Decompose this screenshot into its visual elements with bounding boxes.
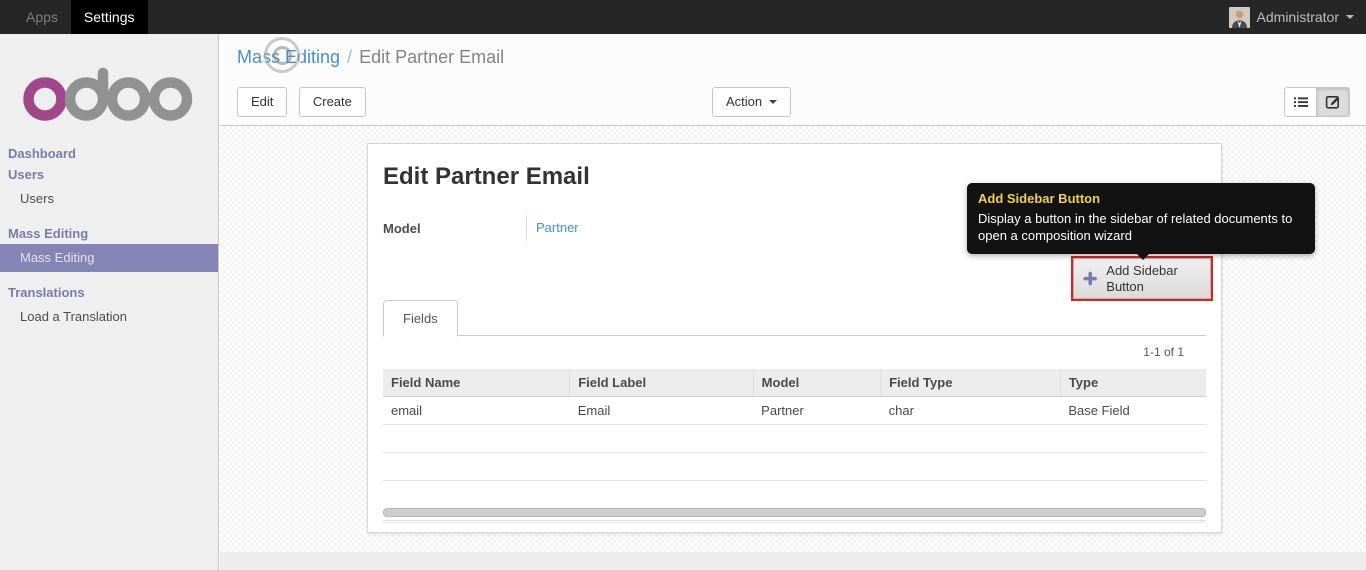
sidebar-heading-translations: Translations [8,285,85,300]
model-field-label: Model [383,220,421,236]
sidebar-item-mass-editing[interactable]: Mass Editing [0,244,218,272]
fields-table: Field Name Field Label Model Field Type … [383,369,1206,508]
breadcrumb-current: Edit Partner Email [359,47,505,67]
tooltip-title: Add Sidebar Button [978,191,1101,206]
column-header-field-label[interactable]: Field Label [569,369,754,397]
menu-apps[interactable]: Apps [13,0,71,34]
cell-field-label[interactable]: Email [569,396,754,425]
cell-model[interactable]: Partner [753,396,881,425]
column-header-model[interactable]: Model [753,369,882,397]
add-sidebar-button-label: Add Sidebar Button [1106,262,1178,294]
tooltip-body: Display a button in the sidebar of relat… [978,211,1293,243]
sidebar-heading-mass-editing: Mass Editing [8,226,89,241]
control-panel: Mass Editing / Edit Partner Email Edit Cre… [220,34,1366,126]
content-bottom-strip [220,552,1366,570]
tab-fields[interactable]: Fields [383,300,458,337]
cell-field-name[interactable]: email [383,396,570,425]
edit-button[interactable]: Edit [237,87,288,117]
odoo-logo-image [23,67,193,121]
loading-spinner-icon [264,37,300,73]
sidebar-heading-dashboard: Dashboard [8,146,76,161]
table-header-row: Field Name Field Label Model Field Type … [383,369,1206,397]
user-menu[interactable]: Administrator [1228,0,1366,34]
plus-icon [1083,271,1097,286]
menu-settings[interactable]: Settings [70,0,148,34]
sidebar-heading-users: Users [8,167,45,182]
caret-down-icon [1346,15,1354,19]
list-view-button[interactable] [1284,87,1317,117]
cell-type[interactable]: Base Field [1060,396,1206,425]
action-dropdown-button[interactable]: Action [712,87,792,117]
top-navbar: Apps Settings Administrator [0,0,1366,34]
list-pager: 1-1 of 1 [1143,345,1184,359]
sidebar-item-load-translation[interactable]: Load a Translation [0,303,218,331]
odoo-logo [0,34,218,127]
empty-row [383,481,1206,509]
notebook-tabs: Fields [383,299,1206,337]
breadcrumb-separator: / [347,47,353,67]
form-view-button[interactable] [1317,87,1350,117]
field-separator [526,215,527,241]
model-value-link[interactable]: Partner [536,220,579,235]
column-header-field-type[interactable]: Field Type [880,369,1061,397]
breadcrumb: Mass Editing / Edit Partner Email [220,34,1366,68]
create-button[interactable]: Create [298,87,366,117]
control-panel-buttons: Edit Create Action [237,87,1350,117]
scrollbar-thumb[interactable] [383,508,1206,517]
cell-field-type[interactable]: char [880,396,1061,425]
user-avatar [1228,6,1250,28]
avatar-image [1228,6,1250,28]
sidebar-nav: Dashboard Users Users Mass Editing Mass … [0,143,218,331]
add-sidebar-button[interactable]: Add Sidebar Button [1073,258,1211,299]
column-header-type[interactable]: Type [1060,369,1206,397]
sheet-bottom-divider [383,520,1206,523]
view-switcher [1284,87,1350,117]
user-name: Administrator [1256,9,1339,25]
tooltip-arrow-icon [1137,254,1149,260]
annotation-highlight-box: Add Sidebar Button [1071,256,1213,301]
empty-row [383,452,1206,481]
horizontal-scrollbar [383,508,1206,517]
table-row[interactable]: email Email Partner char Base Field [383,396,1206,425]
odoo-app-window: Apps Settings Administrator Dashboard Us… [0,0,1366,570]
app-sidebar: Dashboard Users Users Mass Editing Mass … [0,34,219,570]
main-area: Mass Editing / Edit Partner Email Edit Cre… [220,34,1366,570]
column-header-field-name[interactable]: Field Name [383,369,571,397]
form-edit-icon [1325,95,1340,109]
list-icon [1293,97,1308,107]
empty-row [383,424,1206,453]
main-menu: Apps Settings [13,0,148,34]
sidebar-item-users[interactable]: Users [0,185,218,213]
field-tooltip: Add Sidebar Button Display a button in t… [967,183,1315,260]
caret-down-icon [769,99,778,104]
